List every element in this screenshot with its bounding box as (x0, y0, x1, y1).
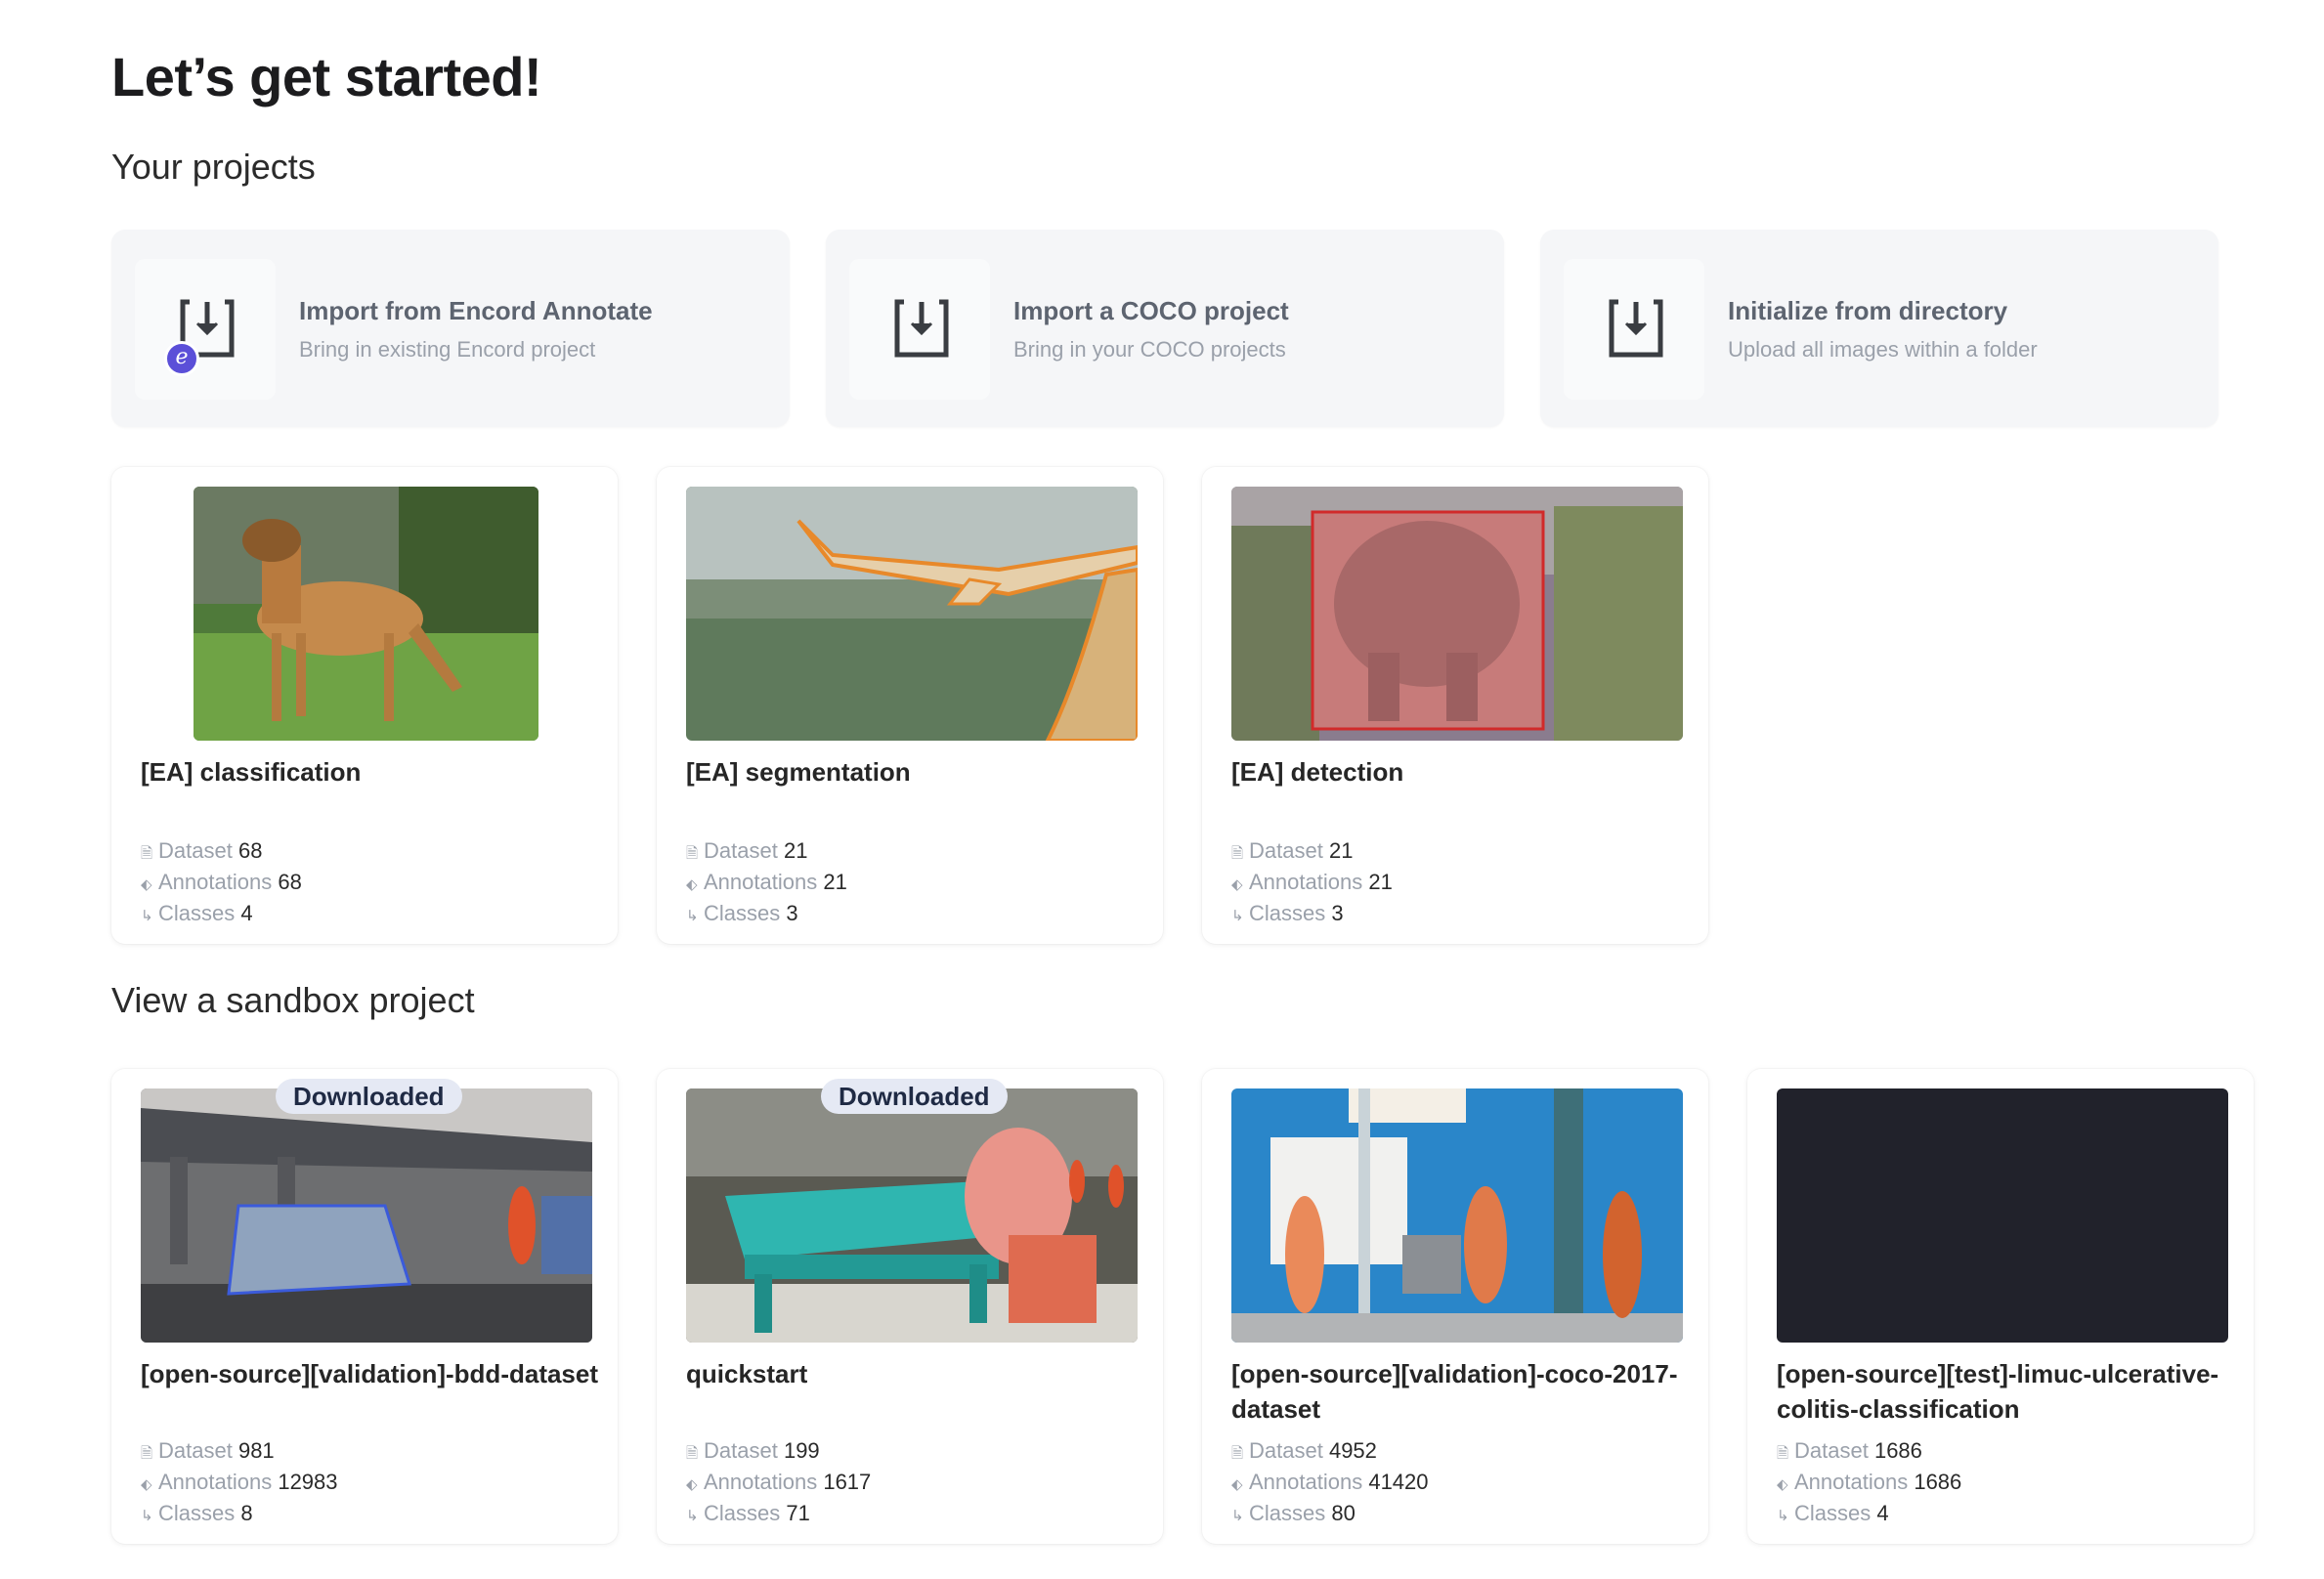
project-stats: 🗎 Dataset 68 ⬖ Annotations 68 ↳ Classes 4 (141, 836, 302, 930)
stat-classes: ↳ Classes 3 (686, 899, 847, 930)
project-stats: 🗎 Dataset 21 ⬖ Annotations 21 ↳ Classes 3 (1231, 836, 1393, 930)
stat-classes: ↳ Classes 4 (141, 899, 302, 930)
stat-dataset: 🗎 Dataset 1686 (1777, 1436, 1961, 1468)
import-icon-container: e (135, 259, 276, 400)
stat-annotations: ⬖ Annotations 1686 (1777, 1468, 1961, 1499)
import-card-subtitle: Bring in your COCO projects (1013, 337, 1286, 362)
sandbox-stats: 🗎 Dataset 199 ⬖ Annotations 1617 ↳ Classes … (686, 1436, 871, 1530)
download-tray-icon (1609, 299, 1663, 358)
document-icon: 🗎 (686, 845, 699, 862)
project-card-ea-detection[interactable]: [EA] detection 🗎 Dataset 21 ⬖ Annotations … (1202, 467, 1708, 944)
stat-annotations: ⬖ Annotations 68 (141, 868, 302, 899)
document-icon: 🗎 (1231, 845, 1244, 862)
sandbox-name: quickstart (686, 1359, 808, 1388)
import-card-title: Import from Encord Annotate (299, 296, 653, 325)
stat-classes: ↳ Classes 80 (1231, 1499, 1429, 1530)
downloaded-badge: Downloaded (276, 1079, 462, 1114)
stat-classes: ↳ Classes 4 (1777, 1499, 1961, 1530)
sandbox-name: [open-source][test]-limuc-ulcerative-col… (1777, 1359, 2219, 1424)
document-icon: 🗎 (1777, 1445, 1789, 1462)
sandbox-name: [open-source][validation]-bdd-dataset (141, 1359, 599, 1388)
project-card-ea-segmentation[interactable]: [EA] segmentation 🗎 Dataset 21 ⬖ Annotatio… (657, 467, 1163, 944)
project-name: [EA] classification (141, 757, 362, 787)
stat-annotations: ⬖ Annotations 21 (686, 868, 847, 899)
stat-classes: ↳ Classes 71 (686, 1499, 871, 1530)
hierarchy-icon: ↳ (141, 1508, 153, 1524)
project-thumbnail-airplane-wing (686, 487, 1138, 741)
project-card-ea-classification[interactable]: [EA] classification 🗎 Dataset 68 ⬖ Annotat… (111, 467, 618, 944)
sandbox-thumbnail-street (141, 1088, 592, 1343)
stat-annotations: ⬖ Annotations 21 (1231, 868, 1393, 899)
stat-classes: ↳ Classes 8 (141, 1499, 338, 1530)
project-stats: 🗎 Dataset 21 ⬖ Annotations 21 ↳ Classes 3 (686, 836, 847, 930)
import-card-title: Import a COCO project (1013, 296, 1289, 325)
sandbox-card-quickstart[interactable]: Downloaded quickstart 🗎 Dataset 199 ⬖ Anno… (657, 1069, 1163, 1544)
project-thumbnail-dog (194, 487, 538, 741)
encord-logo-icon: e (164, 341, 199, 376)
sandbox-card-limuc[interactable]: [open-source][test]-limuc-ulcerative-col… (1747, 1069, 2254, 1544)
stat-dataset: 🗎 Dataset 21 (686, 836, 847, 868)
document-icon: 🗎 (141, 845, 153, 862)
import-coco-project-card[interactable]: Import a COCO project Bring in your COCO… (826, 230, 1504, 427)
initialize-from-directory-card[interactable]: Initialize from directory Upload all ima… (1540, 230, 2218, 427)
import-icon-container (849, 259, 990, 400)
project-name: [EA] detection (1231, 757, 1404, 787)
hierarchy-icon: ↳ (686, 908, 699, 924)
stat-annotations: ⬖ Annotations 12983 (141, 1468, 338, 1499)
import-icon-container (1564, 259, 1704, 400)
tag-icon: ⬖ (686, 876, 698, 893)
sandbox-card-bdd-dataset[interactable]: Downloaded [open-source][validation]-bdd… (111, 1069, 618, 1544)
download-tray-icon (894, 299, 949, 358)
hierarchy-icon: ↳ (141, 908, 153, 924)
import-encord-annotate-card[interactable]: e Import from Encord Annotate Bring in e… (111, 230, 790, 427)
import-card-subtitle: Bring in existing Encord project (299, 337, 596, 362)
stat-annotations: ⬖ Annotations 41420 (1231, 1468, 1429, 1499)
tag-icon: ⬖ (1231, 1476, 1243, 1493)
import-card-subtitle: Upload all images within a folder (1728, 337, 2038, 362)
page-title: Let’s get started! (111, 46, 542, 107)
hierarchy-icon: ↳ (1231, 908, 1244, 924)
stat-dataset: 🗎 Dataset 4952 (1231, 1436, 1429, 1468)
sandbox-stats: 🗎 Dataset 981 ⬖ Annotations 12983 ↳ Classes… (141, 1436, 338, 1530)
project-name: [EA] segmentation (686, 757, 911, 787)
document-icon: 🗎 (141, 1445, 153, 1462)
tag-icon: ⬖ (141, 1476, 152, 1493)
sandbox-stats: 🗎 Dataset 4952 ⬖ Annotations 41420 ↳ Classe… (1231, 1436, 1429, 1530)
tag-icon: ⬖ (1231, 876, 1243, 893)
hierarchy-icon: ↳ (1231, 1508, 1244, 1524)
stat-classes: ↳ Classes 3 (1231, 899, 1393, 930)
sandbox-name: [open-source][validation]-coco-2017-data… (1231, 1359, 1678, 1424)
sandbox-thumbnail-city-scene (1231, 1088, 1683, 1343)
import-card-title: Initialize from directory (1728, 296, 2008, 325)
document-icon: 🗎 (1231, 1445, 1244, 1462)
stat-dataset: 🗎 Dataset 199 (686, 1436, 871, 1468)
stat-dataset: 🗎 Dataset 21 (1231, 836, 1393, 868)
document-icon: 🗎 (686, 1445, 699, 1462)
section-title-your-projects: Your projects (111, 147, 316, 187)
hierarchy-icon: ↳ (686, 1508, 699, 1524)
sandbox-stats: 🗎 Dataset 1686 ⬖ Annotations 1686 ↳ Classes… (1777, 1436, 1961, 1530)
stat-annotations: ⬖ Annotations 1617 (686, 1468, 871, 1499)
stat-dataset: 🗎 Dataset 68 (141, 836, 302, 868)
project-thumbnail-elephant (1231, 487, 1683, 741)
downloaded-badge: Downloaded (821, 1079, 1008, 1114)
section-title-sandbox: View a sandbox project (111, 980, 475, 1020)
hierarchy-icon: ↳ (1777, 1508, 1789, 1524)
sandbox-card-coco-2017[interactable]: [open-source][validation]-coco-2017-data… (1202, 1069, 1708, 1544)
sandbox-thumbnail-bench (686, 1088, 1138, 1343)
tag-icon: ⬖ (1777, 1476, 1788, 1493)
stat-dataset: 🗎 Dataset 981 (141, 1436, 338, 1468)
tag-icon: ⬖ (141, 876, 152, 893)
tag-icon: ⬖ (686, 1476, 698, 1493)
sandbox-thumbnail-dark (1777, 1088, 2228, 1343)
